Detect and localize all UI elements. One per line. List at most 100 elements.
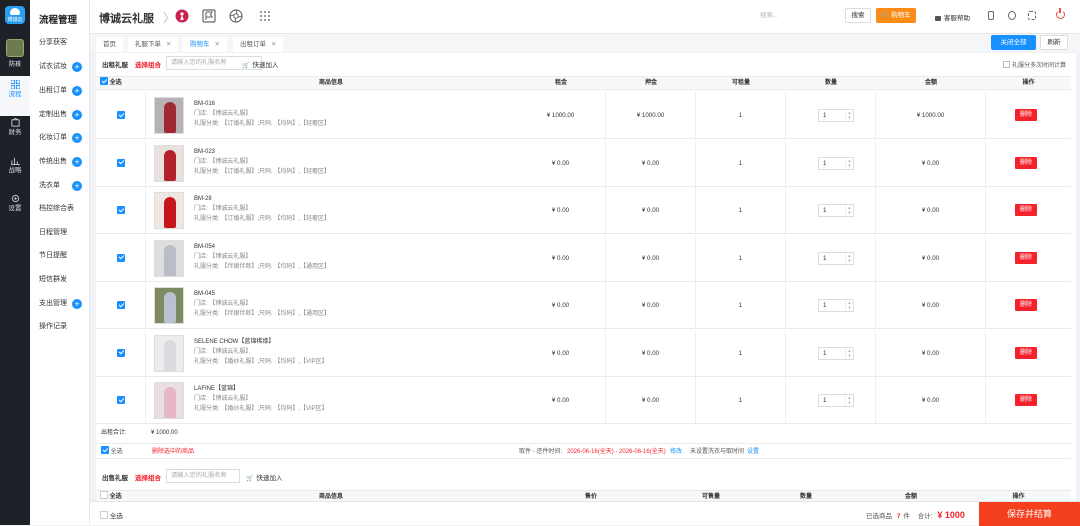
row-checkbox[interactable] <box>117 253 125 262</box>
add-icon[interactable]: + <box>72 86 82 96</box>
save-checkout-button[interactable]: 保存并结算 <box>979 502 1080 526</box>
checkbox-checked[interactable] <box>100 77 108 85</box>
dress-thumbnail[interactable] <box>154 334 184 372</box>
stepper-arrows-icon[interactable]: ▲ ▼ <box>845 300 853 311</box>
dress-thumbnail[interactable] <box>154 97 184 134</box>
menu-item[interactable]: 节日提醒 <box>39 248 90 264</box>
tab-order-dress[interactable]: 礼服下单 ✕ <box>128 37 179 52</box>
quantity-stepper[interactable]: 1 ▲ ▼ <box>818 251 854 265</box>
record-icon[interactable] <box>1008 11 1016 20</box>
dress-thumbnail[interactable] <box>154 239 184 277</box>
tab-rental-orders[interactable]: 出租订单 ✕ <box>233 37 284 52</box>
close-all-button[interactable]: 关闭全部 <box>991 35 1036 50</box>
dress-thumbnail[interactable] <box>154 192 184 229</box>
stepper-arrows-icon[interactable]: ▲ ▼ <box>845 157 853 169</box>
row-checkbox[interactable] <box>117 396 125 404</box>
delete-button[interactable]: 删除 <box>1015 299 1037 311</box>
avatar[interactable] <box>6 39 24 57</box>
close-icon[interactable]: ✕ <box>166 41 171 48</box>
row-checkbox[interactable] <box>117 158 125 167</box>
split-time-checkbox[interactable]: 礼服分多次时间计算 <box>1003 60 1066 69</box>
stepper-arrows-icon[interactable]: ▲ ▼ <box>845 347 853 359</box>
checkbox-unchecked[interactable] <box>100 511 108 519</box>
modify-date-link[interactable]: 修改 <box>670 444 682 460</box>
sale-combo-link[interactable]: 选择组合 <box>135 472 161 482</box>
quantity-stepper[interactable]: 1 ▲ ▼ <box>818 109 854 122</box>
menu-item[interactable]: 定制出售 + <box>39 107 90 123</box>
stepper-arrows-icon[interactable]: ▲ ▼ <box>845 205 853 216</box>
menu-item[interactable]: 试衣试妆 + <box>39 59 90 75</box>
row-checkbox[interactable] <box>117 206 125 214</box>
close-icon[interactable]: ✕ <box>215 41 220 48</box>
rental-quick-add-button[interactable]: 快速加入 <box>242 59 278 69</box>
menu-item[interactable]: 出租订单 + <box>39 83 90 99</box>
add-icon[interactable]: + <box>72 299 82 309</box>
add-icon[interactable]: + <box>72 110 82 120</box>
add-icon[interactable]: + <box>72 181 82 191</box>
sale-quick-add-button[interactable]: 快速加入 <box>246 472 282 482</box>
add-icon[interactable]: + <box>72 133 82 143</box>
quantity-stepper[interactable]: 1 ▲ ▼ <box>818 156 854 170</box>
tab-cart[interactable]: 购物车 ✕ <box>183 37 227 52</box>
dress-thumbnail[interactable] <box>154 382 184 419</box>
power-icon[interactable] <box>1056 8 1065 19</box>
sale-search-input[interactable]: 请输入您的礼服名称 <box>166 469 240 483</box>
person-icon[interactable] <box>175 9 189 23</box>
search-button[interactable]: 搜索 <box>845 8 871 23</box>
mobile-icon[interactable] <box>988 11 994 20</box>
menu-item[interactable]: 操作记录 <box>39 319 90 335</box>
stepper-arrows-icon[interactable]: ▲ ▼ <box>845 110 853 121</box>
menu-item[interactable]: 传统出售 + <box>39 154 90 170</box>
rail-item-finance[interactable]: 财务 <box>0 116 30 156</box>
search-input[interactable]: 搜索... <box>760 10 830 22</box>
close-icon[interactable]: ✕ <box>271 41 276 48</box>
delete-button[interactable]: 删除 <box>1015 204 1037 216</box>
menu-item[interactable]: 化妆订单 + <box>39 130 90 146</box>
checkbox-checked[interactable] <box>101 446 109 454</box>
quantity-stepper[interactable]: 1 ▲ ▼ <box>818 204 854 217</box>
menu-item[interactable]: 分享获客 <box>39 35 90 51</box>
delete-button[interactable]: 删除 <box>1015 251 1037 264</box>
rail-item-strategy[interactable]: 战略 <box>0 154 30 194</box>
add-icon[interactable]: + <box>72 62 82 72</box>
menu-item[interactable]: 洗衣单 + <box>39 178 90 194</box>
deposit-cell: ¥ 0.00 <box>606 329 696 377</box>
bottom-select-all[interactable]: 全选 <box>100 510 123 520</box>
stepper-arrows-icon[interactable]: ▲ ▼ <box>845 395 853 406</box>
stepper-arrows-icon[interactable]: ▲ ▼ <box>845 252 853 264</box>
delete-button[interactable]: 删除 <box>1015 156 1037 169</box>
menu-item[interactable]: 档控综合表 <box>39 201 90 217</box>
quantity-stepper[interactable]: 1 ▲ ▼ <box>818 394 854 407</box>
menu-item[interactable]: 支出管理 + <box>39 296 90 312</box>
apps-grid-icon[interactable] <box>259 10 271 22</box>
add-icon[interactable]: + <box>72 157 82 167</box>
rail-item-settings[interactable]: 设置 <box>0 192 30 232</box>
dress-thumbnail[interactable] <box>154 144 184 182</box>
tab-home[interactable]: 首页 <box>96 37 123 52</box>
rental-combo-link[interactable]: 选择组合 <box>135 59 161 69</box>
flag-icon[interactable] <box>202 9 216 23</box>
rail-item-flow[interactable]: 流程 <box>0 76 30 116</box>
delete-button[interactable]: 删除 <box>1015 394 1037 406</box>
delete-button[interactable]: 删除 <box>1015 346 1037 359</box>
footer-select-all[interactable]: 全选 <box>101 444 123 460</box>
quantity-stepper[interactable]: 1 ▲ ▼ <box>818 346 854 360</box>
menu-item[interactable]: 短信群发 <box>39 272 90 288</box>
menu-item[interactable]: 日程管理 <box>39 225 90 241</box>
cart-button[interactable]: 🛒 购物车 <box>876 8 916 23</box>
delete-button[interactable]: 删除 <box>1015 109 1037 121</box>
refresh-button[interactable]: 刷新 <box>1040 35 1068 50</box>
select-all-header[interactable]: 全选 <box>100 77 122 89</box>
help-button[interactable]: 客服帮助 <box>935 12 970 22</box>
dress-thumbnail[interactable] <box>154 287 184 324</box>
delete-selected-link[interactable]: 删除选中的商品 <box>152 444 194 460</box>
app-logo[interactable]: 博诚云 <box>5 6 25 24</box>
row-checkbox[interactable] <box>117 348 125 357</box>
row-checkbox[interactable] <box>117 111 125 119</box>
row-checkbox[interactable] <box>117 301 125 309</box>
set-clean-time-link[interactable]: 设置 <box>747 444 759 460</box>
checkbox-unchecked[interactable] <box>100 491 108 499</box>
fullscreen-icon[interactable] <box>1028 11 1036 20</box>
aperture-icon[interactable] <box>229 9 243 23</box>
quantity-stepper[interactable]: 1 ▲ ▼ <box>818 299 854 312</box>
